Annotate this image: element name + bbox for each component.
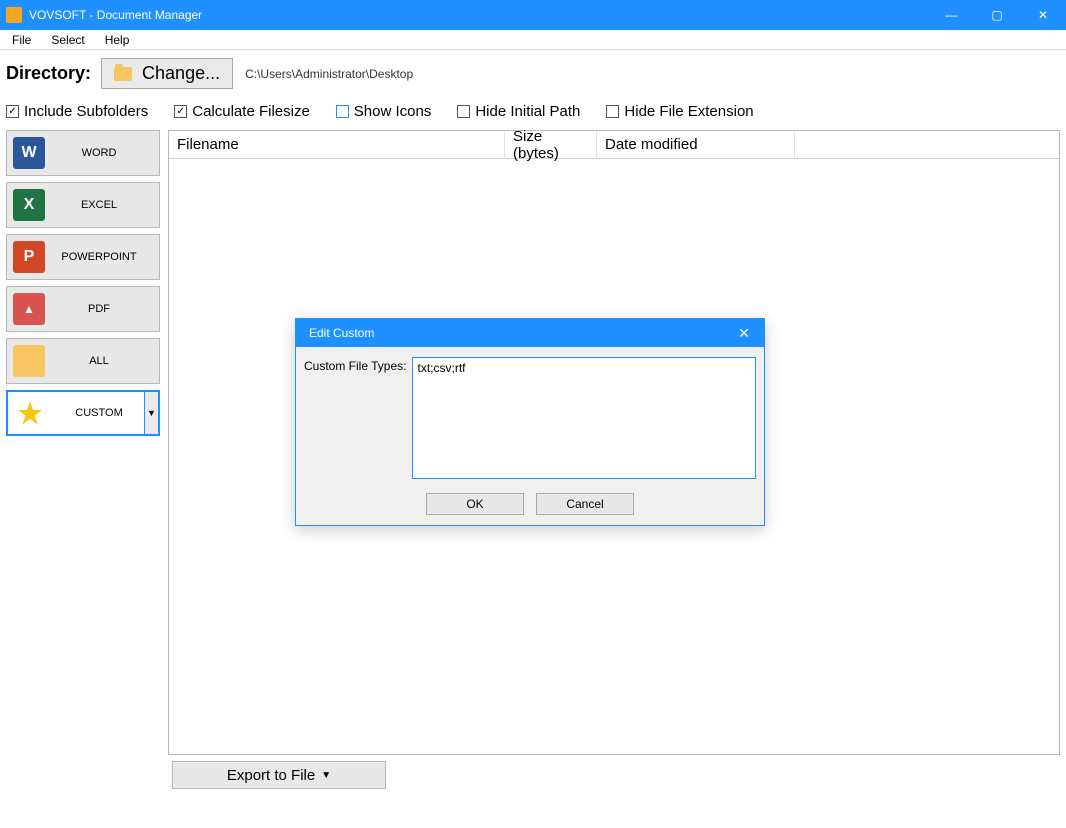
sidebar-item-all[interactable]: ALL (6, 338, 160, 384)
option-hide-initial-path[interactable]: Hide Initial Path (457, 103, 580, 120)
option-include-subfolders[interactable]: Include Subfolders (6, 103, 148, 120)
word-icon: W (13, 137, 45, 169)
column-filename[interactable]: Filename (169, 131, 505, 158)
pdf-icon: ▲ (13, 293, 45, 325)
checkbox-icon (606, 105, 619, 118)
dialog-title: Edit Custom (309, 326, 374, 340)
dialog-titlebar: Edit Custom ✕ (296, 319, 764, 347)
directory-path: C:\Users\Administrator\Desktop (245, 67, 413, 81)
change-button-label: Change... (142, 63, 220, 84)
checkbox-icon (457, 105, 470, 118)
sidebar-item-label: PDF (53, 303, 159, 315)
star-icon: ★ (14, 397, 46, 429)
menu-select[interactable]: Select (43, 33, 92, 47)
window-titlebar: VOVSOFT - Document Manager — ▢ ✕ (0, 0, 1066, 30)
sidebar-item-excel[interactable]: X EXCEL (6, 182, 160, 228)
checkbox-icon (336, 105, 349, 118)
option-show-icons[interactable]: Show Icons (336, 103, 432, 120)
ok-button[interactable]: OK (426, 493, 524, 515)
sidebar-item-label: EXCEL (53, 199, 159, 211)
close-button[interactable]: ✕ (1020, 0, 1066, 30)
checkbox-icon (174, 105, 187, 118)
window-title: VOVSOFT - Document Manager (29, 8, 202, 22)
powerpoint-icon: P (13, 241, 45, 273)
option-calculate-filesize[interactable]: Calculate Filesize (174, 103, 310, 120)
sidebar: W WORD X EXCEL P POWERPOINT ▲ PDF ALL ★ … (6, 130, 160, 755)
bottom-bar: Export to File ▼ (0, 755, 1066, 795)
sidebar-item-word[interactable]: W WORD (6, 130, 160, 176)
checkbox-icon (6, 105, 19, 118)
directory-toolbar: Directory: Change... C:\Users\Administra… (0, 50, 1066, 97)
maximize-button[interactable]: ▢ (974, 0, 1020, 30)
export-to-file-button[interactable]: Export to File ▼ (172, 761, 386, 789)
table-header: Filename Size (bytes) Date modified (169, 131, 1059, 159)
column-date[interactable]: Date modified (597, 131, 795, 158)
dialog-close-button[interactable]: ✕ (724, 319, 764, 347)
sidebar-item-pdf[interactable]: ▲ PDF (6, 286, 160, 332)
export-label: Export to File (227, 767, 315, 784)
all-icon (13, 345, 45, 377)
sidebar-item-label: WORD (53, 147, 159, 159)
column-spacer (795, 131, 1059, 158)
directory-label: Directory: (6, 63, 91, 84)
folder-icon (114, 67, 132, 81)
sidebar-item-powerpoint[interactable]: P POWERPOINT (6, 234, 160, 280)
chevron-down-icon: ▼ (321, 770, 331, 781)
change-directory-button[interactable]: Change... (101, 58, 233, 89)
cancel-button[interactable]: Cancel (536, 493, 634, 515)
options-row: Include Subfolders Calculate Filesize Sh… (0, 97, 1066, 130)
minimize-button[interactable]: — (928, 0, 974, 30)
menu-help[interactable]: Help (97, 33, 138, 47)
app-icon (6, 7, 22, 23)
edit-custom-dialog: Edit Custom ✕ Custom File Types: OK Canc… (295, 318, 765, 526)
custom-file-types-label: Custom File Types: (304, 357, 406, 373)
excel-icon: X (13, 189, 45, 221)
sidebar-item-label: POWERPOINT (53, 251, 159, 263)
sidebar-item-custom[interactable]: ★ CUSTOM ▼ (6, 390, 160, 436)
custom-file-types-input[interactable] (412, 357, 756, 479)
menu-file[interactable]: File (4, 33, 39, 47)
column-size[interactable]: Size (bytes) (505, 131, 597, 158)
menubar: File Select Help (0, 30, 1066, 50)
option-hide-file-extension[interactable]: Hide File Extension (606, 103, 753, 120)
sidebar-item-label: CUSTOM (54, 407, 158, 419)
custom-dropdown-button[interactable]: ▼ (144, 392, 158, 434)
sidebar-item-label: ALL (53, 355, 159, 367)
